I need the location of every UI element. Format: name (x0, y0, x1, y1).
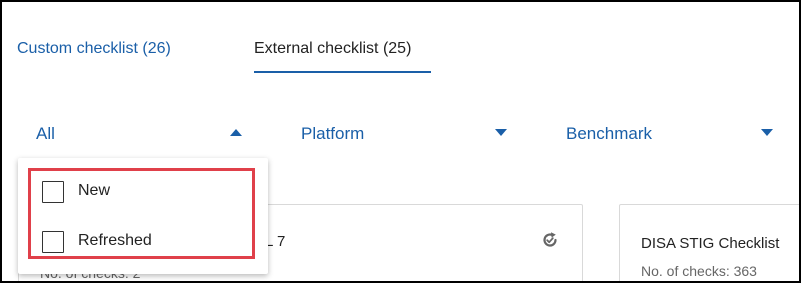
platform-filter-label: Platform (301, 124, 365, 143)
refreshed-checkbox[interactable] (42, 231, 64, 253)
tab-custom-checklist[interactable]: Custom checklist (26) (17, 40, 171, 58)
platform-filter-dropdown[interactable]: Platform (301, 122, 511, 146)
new-checkbox[interactable] (42, 181, 64, 203)
caret-down-icon (495, 129, 507, 136)
benchmark-filter-dropdown[interactable]: Benchmark (566, 122, 778, 146)
checklist-tabs: Custom checklist (26) External checklist… (2, 2, 799, 92)
refresh-icon[interactable] (541, 231, 559, 249)
benchmark-filter-label: Benchmark (566, 124, 652, 143)
menu-option-new[interactable]: New (18, 174, 268, 214)
app-frame: Custom checklist (26) External checklist… (0, 0, 801, 283)
card-title: DISA STIG Checklist (641, 235, 780, 252)
checklist-card[interactable]: DISA STIG Checklist No. of checks: 363 (619, 204, 799, 281)
menu-option-refreshed[interactable]: Refreshed (18, 224, 268, 264)
caret-up-icon (230, 129, 242, 136)
status-filter-menu: New Refreshed (18, 158, 268, 274)
status-filter-label: All (36, 124, 55, 143)
active-tab-indicator (254, 71, 431, 73)
card-title: L 7 (265, 233, 286, 250)
status-filter-dropdown[interactable]: All (36, 122, 246, 146)
option-label: New (78, 182, 111, 199)
tab-external-checklist[interactable]: External checklist (25) (254, 40, 411, 58)
option-label: Refreshed (78, 232, 152, 249)
caret-down-icon (761, 129, 773, 136)
card-check-count: No. of checks: 363 (641, 263, 757, 279)
